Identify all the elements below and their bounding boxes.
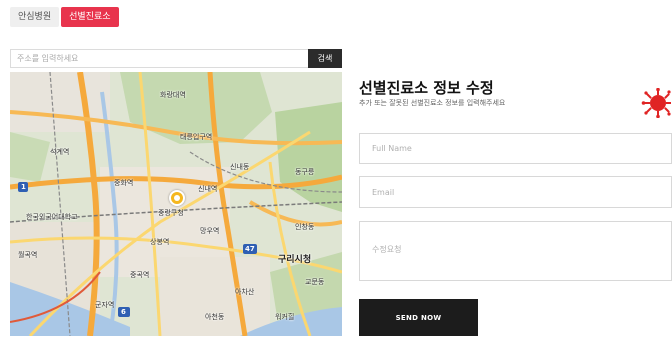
map-label-junggok: 중곡역 [130,271,150,279]
map-label-center: 중랑구청 [158,209,184,217]
map-label-sindae: 신내역 [198,185,218,193]
address-search: 검색 [10,49,342,68]
location-pin-icon[interactable] [169,190,185,206]
tab-bar: 안심병원 선별진료소 [10,7,119,27]
tab-screening-clinic[interactable]: 선별진료소 [61,7,119,27]
map-label-achasan: 아차산 [235,288,255,296]
map-label-wolgok: 월곡역 [18,251,38,259]
request-textarea[interactable] [359,221,672,281]
map-label-gyomun: 교문동 [305,278,325,286]
form-subtitle: 추가 또는 잘못된 선별진료소 정보를 입력해주세요 [359,99,506,107]
form-title: 선별진료소 정보 수정 [359,79,494,97]
map-label-seokgye: 석계역 [50,148,70,156]
map-label-dongguneung: 동구릉 [295,168,315,176]
search-button[interactable]: 검색 [308,49,342,68]
virus-icon [641,88,671,118]
map-label-sangbong: 상봉역 [150,238,170,246]
tab-safe-hospital[interactable]: 안심병원 [10,7,60,27]
address-search-input[interactable] [10,49,308,68]
map-label-mangwu: 망우역 [200,227,220,235]
map-label-guri: 구리시청 [278,255,312,265]
road-shield-1: 1 [21,183,26,191]
map-label-junghwa: 중화역 [114,179,134,187]
map-label-inchang: 인창동 [295,223,315,231]
road-shield-6: 6 [121,308,126,316]
full-name-field[interactable] [359,133,672,164]
map-label-hankuk: 한국외국어대학교 [26,213,78,221]
map-label-sinnae: 신내동 [230,163,250,171]
map-label-walker: 워커힐 [275,313,295,321]
map-view[interactable]: 47 6 1 중랑구청 구리시청 신내역 망우역 중화역 석계역 한국외국어대학… [10,72,342,336]
map-label-hwarang: 화랑대역 [160,91,186,99]
map-label-taereung: 태릉입구역 [180,133,213,141]
road-shield-47: 47 [245,245,255,253]
map-label-gunja: 군자역 [95,301,115,309]
map-label-ahan: 아천동 [205,313,225,321]
send-now-button[interactable]: SEND NOW [359,299,478,336]
email-field[interactable] [359,176,672,208]
